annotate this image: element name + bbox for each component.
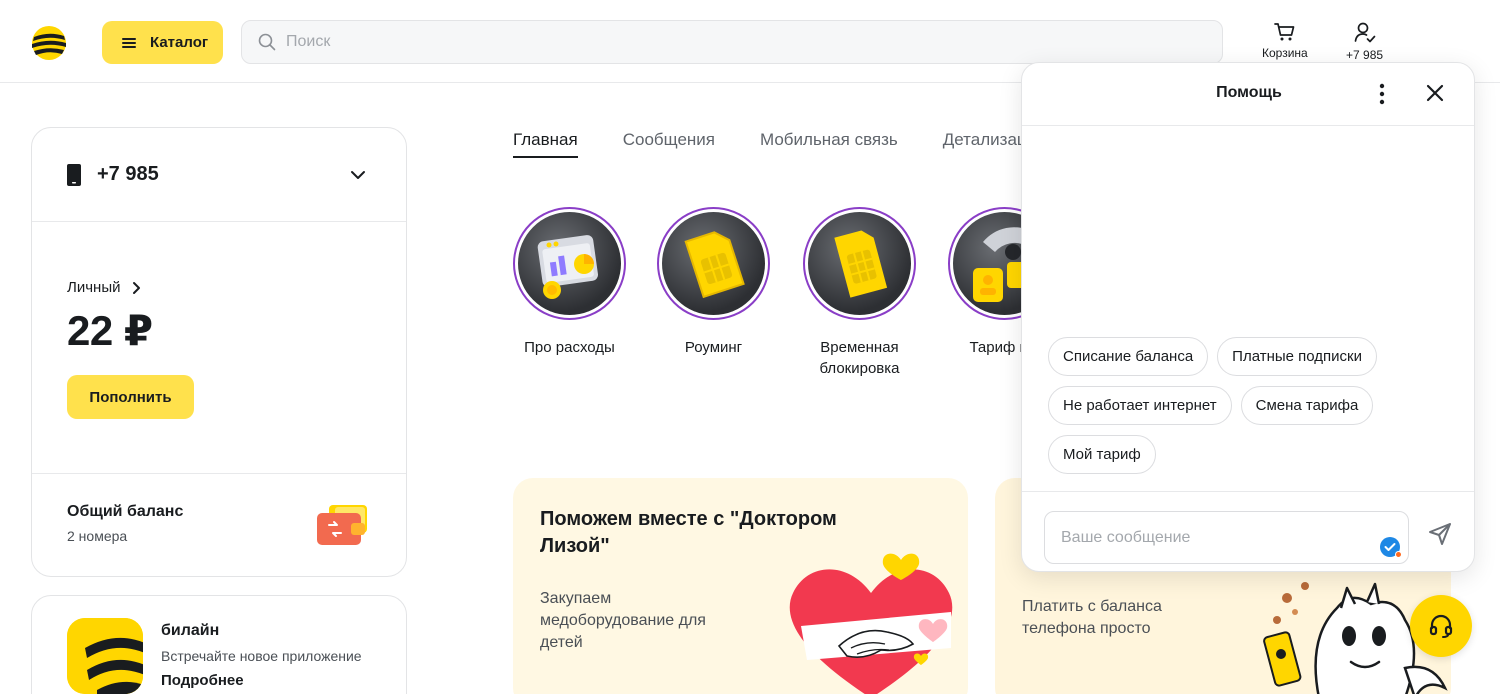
app-promo-title: билайн bbox=[161, 622, 220, 639]
profile-button[interactable]: +7 985 bbox=[1346, 22, 1383, 62]
catalog-button-label: Каталог bbox=[150, 34, 209, 51]
search-icon bbox=[258, 33, 276, 51]
beeline-app-icon bbox=[67, 618, 143, 694]
grammar-check-icon[interactable] bbox=[1380, 537, 1402, 558]
promo-banner-doctor-liza[interactable]: Поможем вместе с "Доктором Лизой" Закупа… bbox=[513, 478, 968, 694]
menu-icon bbox=[122, 37, 136, 48]
cart-button[interactable]: Корзина bbox=[1262, 22, 1308, 60]
cart-icon bbox=[1274, 23, 1295, 41]
more-vertical-icon[interactable] bbox=[1374, 83, 1390, 105]
search-input[interactable] bbox=[286, 33, 1186, 51]
phone-number: +7 985 bbox=[97, 163, 159, 185]
account-type-link[interactable]: Личный bbox=[67, 279, 141, 296]
phone-icon bbox=[67, 163, 81, 186]
story-roaming[interactable]: Роуминг bbox=[657, 207, 770, 358]
topup-button[interactable]: Пополнить bbox=[67, 375, 194, 419]
quick-reply-chip[interactable]: Списание баланса bbox=[1048, 337, 1209, 376]
heart-hands-illustration bbox=[789, 553, 953, 694]
story-label: Про расходы bbox=[524, 339, 615, 356]
search-bar[interactable] bbox=[241, 20, 1223, 64]
main-tabs: Главная Сообщения Мобильная связь Детали… bbox=[513, 130, 1045, 158]
common-balance-count: 2 номера bbox=[67, 528, 128, 544]
chat-footer bbox=[1022, 491, 1474, 573]
app-promo-card[interactable]: билайн Встречайте новое приложение Подро… bbox=[31, 595, 407, 694]
quick-reply-chip[interactable]: Не работает интернет bbox=[1048, 386, 1232, 425]
wallet-icon bbox=[317, 505, 367, 545]
expenses-icon bbox=[518, 212, 621, 315]
quick-reply-chip[interactable]: Мой тариф bbox=[1048, 435, 1156, 474]
user-check-icon bbox=[1354, 22, 1375, 43]
chevron-down-icon[interactable] bbox=[350, 170, 366, 180]
sim-card-icon bbox=[808, 212, 911, 315]
story-label: Временная блокировка bbox=[819, 339, 900, 377]
story-expenses[interactable]: Про расходы bbox=[513, 207, 626, 358]
phone-selector[interactable]: +7 985 bbox=[32, 128, 406, 222]
message-input[interactable] bbox=[1061, 528, 1361, 547]
chat-header: Помощь bbox=[1022, 63, 1474, 126]
help-chat-panel: Помощь Списание баланса Платные подписки… bbox=[1021, 62, 1475, 572]
story-label: Роуминг bbox=[684, 339, 743, 356]
app-promo-subtitle: Встречайте новое приложение bbox=[161, 648, 362, 664]
account-type-label: Личный bbox=[67, 279, 121, 296]
account-card: +7 985 Личный 22 ₽ Пополнить Общий балан… bbox=[31, 127, 407, 577]
support-chat-button[interactable] bbox=[1410, 595, 1472, 657]
quick-reply-chip[interactable]: Смена тарифа bbox=[1240, 386, 1374, 425]
headset-icon bbox=[1429, 614, 1453, 638]
close-icon[interactable] bbox=[1425, 83, 1445, 103]
tab-messages[interactable]: Сообщения bbox=[623, 130, 715, 158]
balance-amount: 22 ₽ bbox=[67, 307, 153, 354]
quick-reply-chip[interactable]: Платные подписки bbox=[1217, 337, 1377, 376]
message-field[interactable] bbox=[1044, 511, 1409, 564]
app-promo-link[interactable]: Подробнее bbox=[161, 672, 244, 689]
promo-subtitle: Закупаем медоборудование для детей bbox=[540, 590, 706, 651]
send-icon[interactable] bbox=[1428, 522, 1452, 546]
common-balance-row[interactable]: Общий баланс 2 номера bbox=[32, 473, 406, 577]
tab-mobile[interactable]: Мобильная связь bbox=[760, 130, 898, 158]
catalog-button[interactable]: Каталог bbox=[102, 21, 223, 64]
promo-subtitle: Платить с баланса телефона просто bbox=[1022, 598, 1162, 637]
quick-replies: Списание баланса Платные подписки Не раб… bbox=[1048, 337, 1388, 474]
common-balance-title: Общий баланс bbox=[67, 503, 184, 520]
cart-label: Корзина bbox=[1262, 46, 1308, 60]
story-temp-block[interactable]: Временная блокировка bbox=[803, 207, 916, 379]
profile-label: +7 985 bbox=[1346, 48, 1384, 62]
chat-title: Помощь bbox=[1216, 84, 1282, 101]
tab-main[interactable]: Главная bbox=[513, 130, 578, 158]
beeline-logo[interactable] bbox=[31, 25, 67, 61]
chevron-right-icon bbox=[133, 281, 141, 294]
sim-card-icon bbox=[662, 212, 765, 315]
